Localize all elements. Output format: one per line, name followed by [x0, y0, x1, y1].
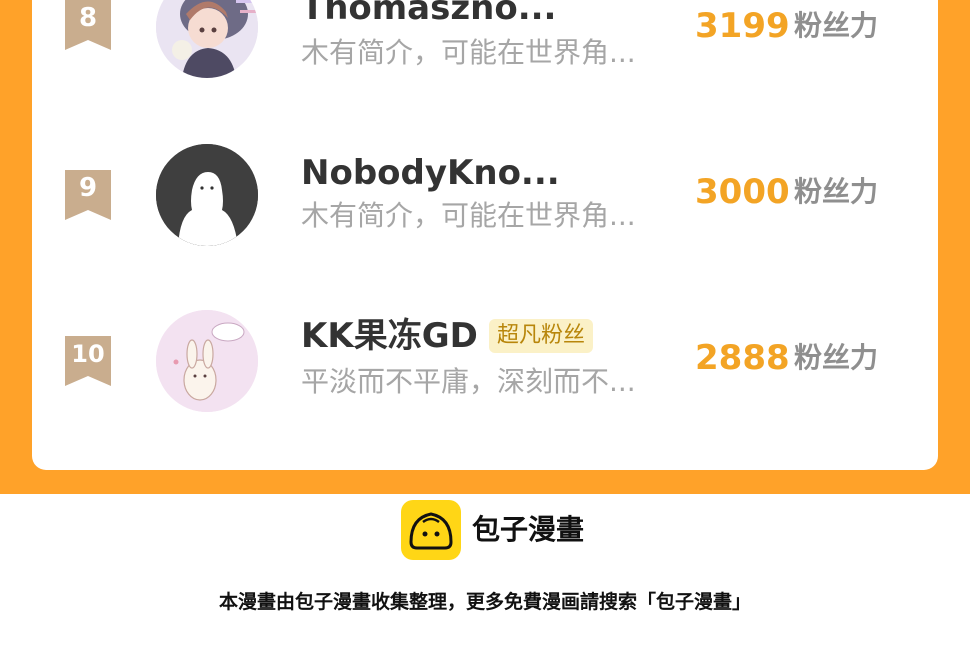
rank-badge: 10	[65, 336, 111, 386]
bunny-avatar-icon[interactable]	[156, 310, 258, 412]
bun-logo-icon	[401, 500, 461, 560]
fan-power-label: 粉丝力	[794, 175, 879, 208]
rank-badge: 8	[65, 0, 111, 50]
fan-power-score: 3199	[695, 6, 790, 46]
fan-power-score: 2888	[695, 338, 790, 378]
user-bio: 木有简介，可能在世界角...	[301, 199, 636, 232]
leaderboard-panel: 8 Thomaszno... 木有简介，可能在世界角... 3199 粉丝力 9…	[0, 0, 970, 494]
fan-power-label: 粉丝力	[794, 341, 879, 374]
fan-power-label: 粉丝力	[794, 9, 879, 42]
user-name[interactable]: NobodyKno...	[301, 153, 560, 193]
leaderboard-row[interactable]: 10 KK果冻GD 超凡粉丝 平淡而不平庸，深刻而不... 2888 粉丝力	[32, 306, 938, 426]
leaderboard-row[interactable]: 9 NobodyKno... 木有简介，可能在世界角... 3000 粉丝力	[32, 140, 938, 260]
default-user-avatar-icon[interactable]	[156, 144, 258, 246]
user-bio: 木有简介，可能在世界角...	[301, 36, 636, 69]
user-bio: 平淡而不平庸，深刻而不...	[301, 365, 636, 398]
fan-power-score: 3000	[695, 172, 790, 212]
rank-badge: 9	[65, 170, 111, 220]
user-name[interactable]: KK果冻GD	[301, 316, 478, 356]
brand-name: 包子漫畫	[472, 513, 585, 546]
leaderboard-card: 8 Thomaszno... 木有简介，可能在世界角... 3199 粉丝力 9…	[32, 0, 938, 470]
super-fan-badge: 超凡粉丝	[489, 319, 594, 353]
footer-note: 本漫畫由包子漫畫收集整理，更多免費漫画請搜索「包子漫畫」	[218, 591, 751, 613]
user-name[interactable]: Thomaszno...	[301, 0, 556, 28]
leaderboard-row[interactable]: 8 Thomaszno... 木有简介，可能在世界角... 3199 粉丝力	[32, 0, 938, 90]
anime-character-avatar-icon[interactable]	[156, 0, 258, 78]
